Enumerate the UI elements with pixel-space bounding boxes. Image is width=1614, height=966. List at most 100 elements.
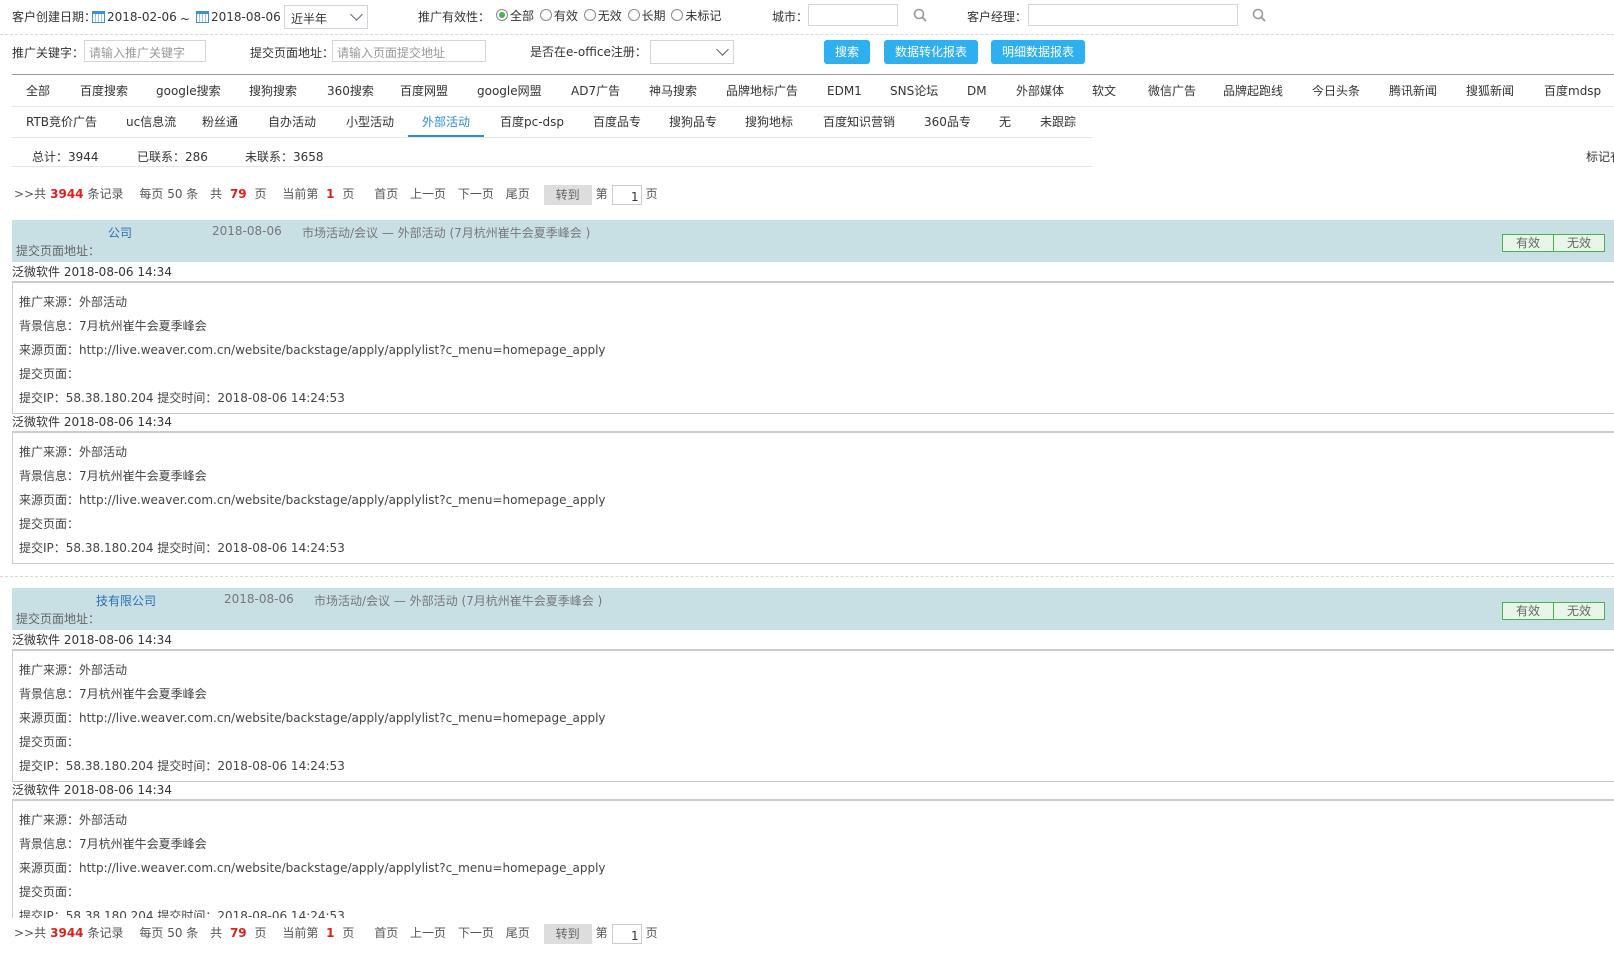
pager-page-input[interactable]: 1 (611, 184, 642, 205)
pager-last-link[interactable]: 尾页 (506, 926, 530, 940)
tab-channel[interactable]: 未跟踪 (1040, 107, 1076, 137)
tab-external-activity-active[interactable]: 外部活动 (408, 107, 485, 137)
radio-invalid[interactable]: 无效 (583, 9, 622, 23)
validity-radio-group[interactable]: 全部 有效 无效 长期 未标记 (496, 7, 721, 24)
tab-channel[interactable]: 搜狗搜索 (249, 76, 297, 106)
channel-tabs-row1: 全部 百度搜索 google搜索 搜狗搜索 360搜索 百度网盟 google网… (12, 76, 1614, 107)
record-date: 2018-08-06 (224, 592, 294, 606)
search-icon[interactable] (1252, 8, 1266, 22)
tab-channel[interactable]: 百度搜索 (80, 76, 128, 106)
tab-channel[interactable]: DM (967, 76, 987, 106)
date-label: 客户创建日期： (12, 10, 97, 24)
company-name-link[interactable]: 技有限公司 (96, 592, 156, 609)
pager-goto-suffix: 页 (645, 926, 658, 940)
pager-last-link[interactable]: 尾页 (506, 187, 530, 201)
mark-invalid-button[interactable]: 无效 (1554, 234, 1605, 252)
radio-valid[interactable]: 有效 (539, 9, 578, 23)
pager-pages-suffix: 页 (254, 926, 267, 940)
submission-background: 背景信息：7月杭州崔牛会夏季峰会 (19, 837, 207, 851)
pager-prev-link[interactable]: 上一页 (410, 187, 446, 201)
tab-channel[interactable]: 微信广告 (1148, 76, 1196, 106)
tab-channel[interactable]: 全部 (26, 76, 50, 106)
submit-page-input[interactable]: 请输入页面提交地址 (332, 40, 486, 62)
radio-unmarked[interactable]: 未标记 (671, 9, 721, 23)
tab-channel[interactable]: 腾讯新闻 (1389, 76, 1437, 106)
search-icon[interactable] (913, 8, 927, 22)
stat-contacted: 已联系：286 (137, 150, 208, 164)
radio-icon[interactable] (539, 9, 552, 21)
company-name-link[interactable]: 公司 (108, 224, 132, 241)
tab-channel[interactable]: 360品专 (924, 107, 971, 137)
pager-goto-button[interactable]: 转到 (543, 184, 592, 205)
pager-total-pages-value: 79 (229, 187, 247, 201)
tab-channel[interactable]: RTB竞价广告 (26, 107, 97, 137)
calendar-icon[interactable] (92, 11, 105, 23)
radio-icon[interactable] (583, 9, 596, 21)
tab-channel[interactable]: 百度品专 (593, 107, 641, 137)
city-input[interactable] (808, 4, 898, 26)
tab-channel[interactable]: EDM1 (827, 76, 862, 106)
tab-channel[interactable]: AD7广告 (571, 76, 620, 106)
tab-channel[interactable]: google网盟 (477, 76, 542, 106)
pager-next-link[interactable]: 下一页 (458, 926, 494, 940)
mark-valid-button[interactable]: 有效 (1502, 234, 1554, 252)
radio-checked-icon[interactable] (496, 9, 508, 21)
pager-current: 当前第 1 页 (282, 926, 358, 940)
record-addr-label: 提交页面地址： (16, 612, 101, 626)
search-button[interactable]: 搜索 (824, 40, 870, 64)
tab-channel[interactable]: 搜狐新闻 (1466, 76, 1514, 106)
stat-total: 总计：3944 (32, 150, 99, 164)
pager-text: >>共 3944 条记录 (14, 926, 128, 940)
pager-current-suffix: 页 (342, 187, 355, 201)
radio-long[interactable]: 长期 (627, 9, 666, 23)
pager-next-link[interactable]: 下一页 (458, 187, 494, 201)
tab-channel[interactable]: uc信息流 (126, 107, 176, 137)
detail-report-button[interactable]: 明细数据报表 (991, 40, 1085, 64)
tab-channel[interactable]: 软文 (1092, 76, 1116, 106)
period-select[interactable]: 近半年 (284, 5, 368, 29)
mark-valid-button[interactable]: 有效 (1502, 602, 1554, 620)
submission-submit-page: 提交页面： (19, 735, 80, 749)
tab-channel[interactable]: 自办活动 (268, 107, 316, 137)
divider (12, 74, 1614, 75)
tab-channel[interactable]: 搜狗地标 (745, 107, 793, 137)
tab-channel[interactable]: 百度知识营销 (823, 107, 895, 137)
period-select-value: 近半年 (291, 12, 328, 26)
submission-box: 推广来源：外部活动 背景信息：7月杭州崔牛会夏季峰会 来源页面：http://l… (12, 432, 1614, 564)
pager-page-input[interactable]: 1 (611, 923, 642, 944)
pager-goto-button[interactable]: 转到 (543, 923, 592, 944)
tab-channel[interactable]: 品牌起跑线 (1223, 76, 1283, 106)
manager-input[interactable] (1028, 4, 1238, 26)
radio-all[interactable]: 全部 (496, 9, 534, 23)
tab-channel[interactable]: 无 (999, 107, 1011, 137)
mark-invalid-button[interactable]: 无效 (1554, 602, 1605, 620)
radio-icon[interactable] (627, 9, 640, 21)
tab-channel[interactable]: 百度网盟 (400, 76, 448, 106)
conversion-report-button[interactable]: 数据转化报表 (884, 40, 978, 64)
pager-prev-link[interactable]: 上一页 (410, 926, 446, 940)
submission-ip: 提交IP：58.38.180.204 提交时间：2018-08-06 14:24… (19, 541, 345, 555)
tab-channel[interactable]: 品牌地标广告 (726, 76, 798, 106)
tab-channel[interactable]: 神马搜索 (649, 76, 697, 106)
tab-channel[interactable]: SNS论坛 (890, 76, 938, 106)
tab-channel[interactable]: 搜狗品专 (669, 107, 717, 137)
tab-channel[interactable]: 小型活动 (346, 107, 394, 137)
pager-first-link[interactable]: 首页 (374, 926, 398, 940)
tab-channel[interactable]: 粉丝通 (202, 107, 238, 137)
date-from-field[interactable]: 2018-02-06 (92, 10, 177, 24)
tab-channel[interactable]: 百度mdsp (1544, 76, 1601, 106)
tab-channel[interactable]: 百度pc-dsp (500, 107, 564, 137)
tab-channel[interactable]: 今日头条 (1312, 76, 1360, 106)
keyword-input[interactable]: 请输入推广关键字 (84, 40, 206, 62)
pager-first-link[interactable]: 首页 (374, 187, 398, 201)
eoffice-select[interactable] (650, 40, 734, 64)
tab-channel[interactable]: 360搜索 (327, 76, 374, 106)
calendar-icon[interactable] (196, 11, 209, 23)
tab-channel[interactable]: google搜索 (156, 76, 221, 106)
pager-current: 当前第 1 页 (282, 187, 358, 201)
date-to-field[interactable]: 2018-08-06 (196, 10, 281, 24)
radio-icon[interactable] (671, 9, 684, 21)
eoffice-label: 是否在e-office注册： (530, 45, 647, 59)
pager-current-page: 1 (326, 187, 335, 201)
tab-channel[interactable]: 外部媒体 (1016, 76, 1064, 106)
